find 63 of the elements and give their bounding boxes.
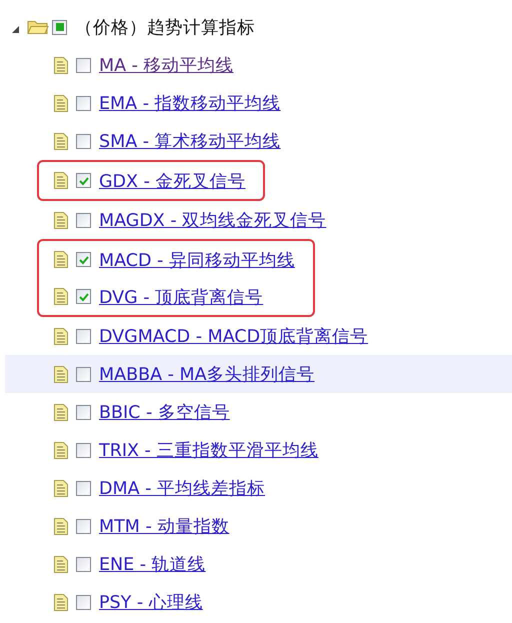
checkbox[interactable] (76, 366, 91, 382)
tree-item[interactable]: DMA - 平均线差指标 (0, 469, 512, 507)
indicator-link[interactable]: EMA - 指数移动平均线 (99, 91, 281, 115)
checkbox[interactable] (76, 134, 91, 148)
tree-item[interactable]: DVG - 顶底背离信号 (39, 278, 295, 315)
tree-item[interactable]: EMA - 指数移动平均线 (0, 84, 512, 122)
document-icon (54, 94, 68, 112)
document-icon (54, 518, 68, 534)
tree-item[interactable]: DVGMACD - MACD顶底背离信号 (0, 317, 512, 355)
document-icon (54, 404, 68, 420)
checkbox[interactable] (76, 328, 91, 344)
indicator-link[interactable]: SMA - 算术移动平均线 (99, 129, 281, 153)
indicator-link[interactable]: BBIC - 多空信号 (99, 400, 230, 424)
checkbox[interactable] (76, 58, 91, 72)
indicator-link[interactable]: MAGDX - 双均线金死叉信号 (99, 208, 326, 232)
tree-item[interactable]: MABBA - MA多头排列信号 (5, 355, 512, 393)
tree-item[interactable]: MAGDX - 双均线金死叉信号 (0, 201, 512, 239)
indicator-link[interactable]: MA - 移动平均线 (99, 53, 234, 77)
tree-item[interactable]: BBIC - 多空信号 (0, 393, 512, 431)
document-icon (54, 366, 68, 382)
tree-item[interactable]: ENE - 轨道线 (0, 545, 512, 583)
checkbox[interactable] (76, 442, 91, 458)
document-icon (54, 480, 68, 496)
tree-item[interactable]: PSY - 心理线 (0, 583, 512, 621)
checkbox[interactable] (76, 556, 91, 572)
checkbox[interactable] (76, 212, 91, 228)
checkbox[interactable] (76, 252, 91, 267)
checkbox[interactable] (76, 518, 91, 534)
expand-arrow-icon[interactable] (12, 26, 19, 32)
indicator-link[interactable]: TRIX - 三重指数平滑平均线 (99, 438, 318, 462)
checkbox[interactable] (76, 289, 91, 304)
tree-item[interactable]: GDX - 金死叉信号 (39, 162, 246, 199)
checkbox[interactable] (76, 480, 91, 496)
document-icon (54, 251, 68, 268)
tree-item[interactable]: MA - 移动平均线 (0, 46, 512, 84)
indicator-link[interactable]: DVGMACD - MACD顶底背离信号 (99, 324, 368, 348)
tree-item[interactable]: SMA - 算术移动平均线 (0, 122, 512, 160)
document-icon (54, 172, 68, 189)
indicator-link[interactable]: DMA - 平均线差指标 (99, 476, 265, 500)
checkbox[interactable] (76, 404, 91, 420)
category-label: （价格）趋势计算指标 (75, 17, 255, 39)
document-icon (54, 56, 68, 74)
checkbox[interactable] (76, 96, 91, 110)
document-icon (54, 132, 68, 150)
tree-item[interactable]: MTM - 动量指数 (0, 507, 512, 545)
indicator-link[interactable]: ENE - 轨道线 (99, 552, 206, 576)
indicator-link[interactable]: MABBA - MA多头排列信号 (99, 362, 315, 386)
checkbox[interactable] (52, 20, 67, 34)
indicator-link[interactable]: PSY - 心理线 (99, 590, 203, 614)
document-icon (54, 594, 68, 610)
document-icon (54, 288, 68, 305)
document-icon (54, 442, 68, 458)
indicator-link[interactable]: MTM - 动量指数 (99, 514, 230, 538)
indicator-link[interactable]: GDX - 金死叉信号 (99, 168, 246, 192)
document-icon (54, 212, 68, 228)
checkbox[interactable] (76, 173, 91, 188)
tree-item[interactable]: TRIX - 三重指数平滑平均线 (0, 431, 512, 469)
tree-item[interactable]: MACD - 异同移动平均线 (39, 241, 295, 278)
document-icon (54, 328, 68, 344)
document-icon (54, 556, 68, 572)
indicator-link[interactable]: DVG - 顶底背离信号 (99, 284, 264, 308)
indicator-link[interactable]: MACD - 异同移动平均线 (99, 248, 295, 272)
checkbox[interactable] (76, 594, 91, 610)
